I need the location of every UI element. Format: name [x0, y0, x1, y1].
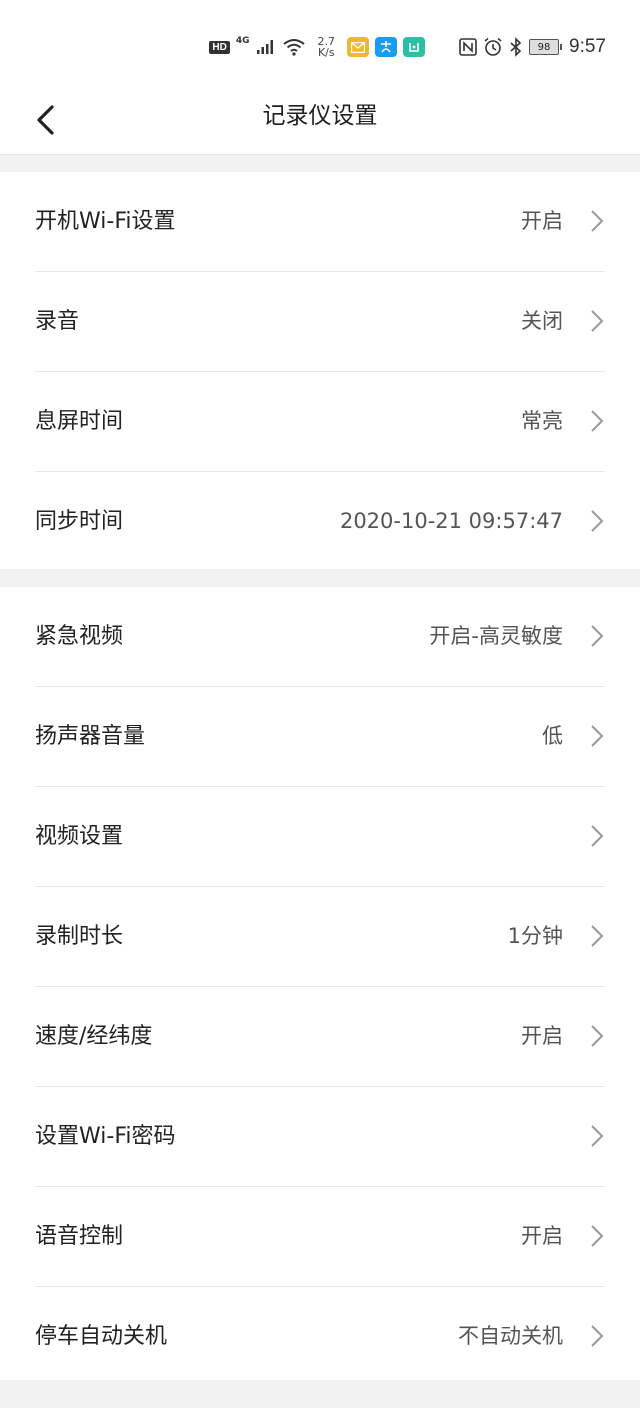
settings-section-advanced: 紧急视频 开启-高灵敏度 扬声器音量 低 视频设置 录制时长 1分钟 速度/经纬… [0, 587, 640, 1380]
alipay-app-icon [375, 37, 398, 57]
setting-row-recording[interactable]: 录音 关闭 [35, 272, 605, 372]
setting-row-screen-off-time[interactable]: 息屏时间 常亮 [35, 372, 605, 472]
setting-label: 扬声器音量 [35, 724, 146, 749]
battery-level: 98 [537, 41, 551, 53]
setting-value: 开启 [521, 1224, 563, 1248]
setting-label: 息屏时间 [35, 409, 124, 434]
setting-value: 1分钟 [507, 924, 563, 948]
chevron-right-icon [591, 1125, 604, 1147]
battery-icon: 98 [529, 39, 563, 55]
settings-section-basic: 开机Wi-Fi设置 开启 录音 关闭 息屏时间 常亮 同步时间 2020-10-… [0, 172, 640, 569]
setting-label: 录制时长 [35, 924, 124, 949]
mijia-app-icon [403, 37, 426, 57]
setting-value: 开启 [521, 1024, 563, 1048]
alarm-icon [484, 37, 502, 56]
setting-row-speed-coordinates[interactable]: 速度/经纬度 开启 [35, 987, 605, 1087]
signal-icon [256, 40, 273, 54]
setting-row-parking-auto-shutdown[interactable]: 停车自动关机 不自动关机 [35, 1287, 605, 1386]
setting-value: 开启-高灵敏度 [429, 624, 563, 648]
setting-row-sync-time[interactable]: 同步时间 2020-10-21 09:57:47 [35, 472, 605, 571]
page-title: 记录仪设置 [262, 103, 378, 129]
chevron-right-icon [591, 1325, 604, 1347]
setting-value: 常亮 [521, 409, 563, 433]
setting-label: 停车自动关机 [35, 1324, 168, 1349]
setting-value: 不自动关机 [458, 1324, 563, 1348]
setting-label: 语音控制 [35, 1224, 124, 1249]
setting-value: 低 [542, 724, 563, 748]
network-speed: 2.7 K/s [318, 36, 336, 58]
setting-label: 同步时间 [35, 509, 124, 534]
chevron-right-icon [591, 925, 604, 947]
setting-row-voice-control[interactable]: 语音控制 开启 [35, 1187, 605, 1287]
wifi-icon [282, 39, 305, 56]
network-type: 4G [235, 36, 250, 46]
setting-label: 速度/经纬度 [35, 1024, 153, 1049]
status-bar: HD 4G 2.7 K/s 98 9:57 [0, 0, 640, 88]
setting-label: 开机Wi-Fi设置 [35, 209, 176, 234]
setting-label: 设置Wi-Fi密码 [35, 1124, 176, 1149]
setting-row-emergency-video[interactable]: 紧急视频 开启-高灵敏度 [35, 587, 605, 687]
speed-unit: K/s [317, 46, 335, 59]
chevron-right-icon [591, 625, 604, 647]
hd-badge: HD [209, 40, 230, 54]
nfc-icon [459, 38, 477, 56]
chevron-right-icon [591, 825, 604, 847]
status-icons: HD 4G 2.7 K/s 98 9:57 [209, 34, 606, 60]
setting-value: 开启 [521, 209, 563, 233]
setting-row-video-settings[interactable]: 视频设置 [35, 787, 605, 887]
setting-value: 关闭 [521, 309, 563, 333]
chevron-right-icon [591, 510, 604, 532]
chevron-right-icon [591, 310, 604, 332]
chevron-right-icon [591, 1225, 604, 1247]
chevron-right-icon [591, 410, 604, 432]
setting-row-boot-wifi[interactable]: 开机Wi-Fi设置 开启 [35, 172, 605, 272]
setting-label: 紧急视频 [35, 624, 124, 649]
setting-value: 2020-10-21 09:57:47 [339, 509, 563, 533]
setting-label: 录音 [35, 309, 80, 334]
chevron-right-icon [591, 725, 604, 747]
setting-row-recording-duration[interactable]: 录制时长 1分钟 [35, 887, 605, 987]
chevron-right-icon [591, 210, 604, 232]
status-time: 9:57 [569, 36, 606, 57]
setting-row-speaker-volume[interactable]: 扬声器音量 低 [35, 687, 605, 787]
setting-label: 视频设置 [35, 824, 124, 849]
mail-app-icon [347, 37, 370, 57]
setting-row-wifi-password[interactable]: 设置Wi-Fi密码 [35, 1087, 605, 1187]
top-nav-bar: 记录仪设置 [0, 88, 640, 155]
bluetooth-icon [510, 37, 522, 57]
chevron-right-icon [591, 1025, 604, 1047]
